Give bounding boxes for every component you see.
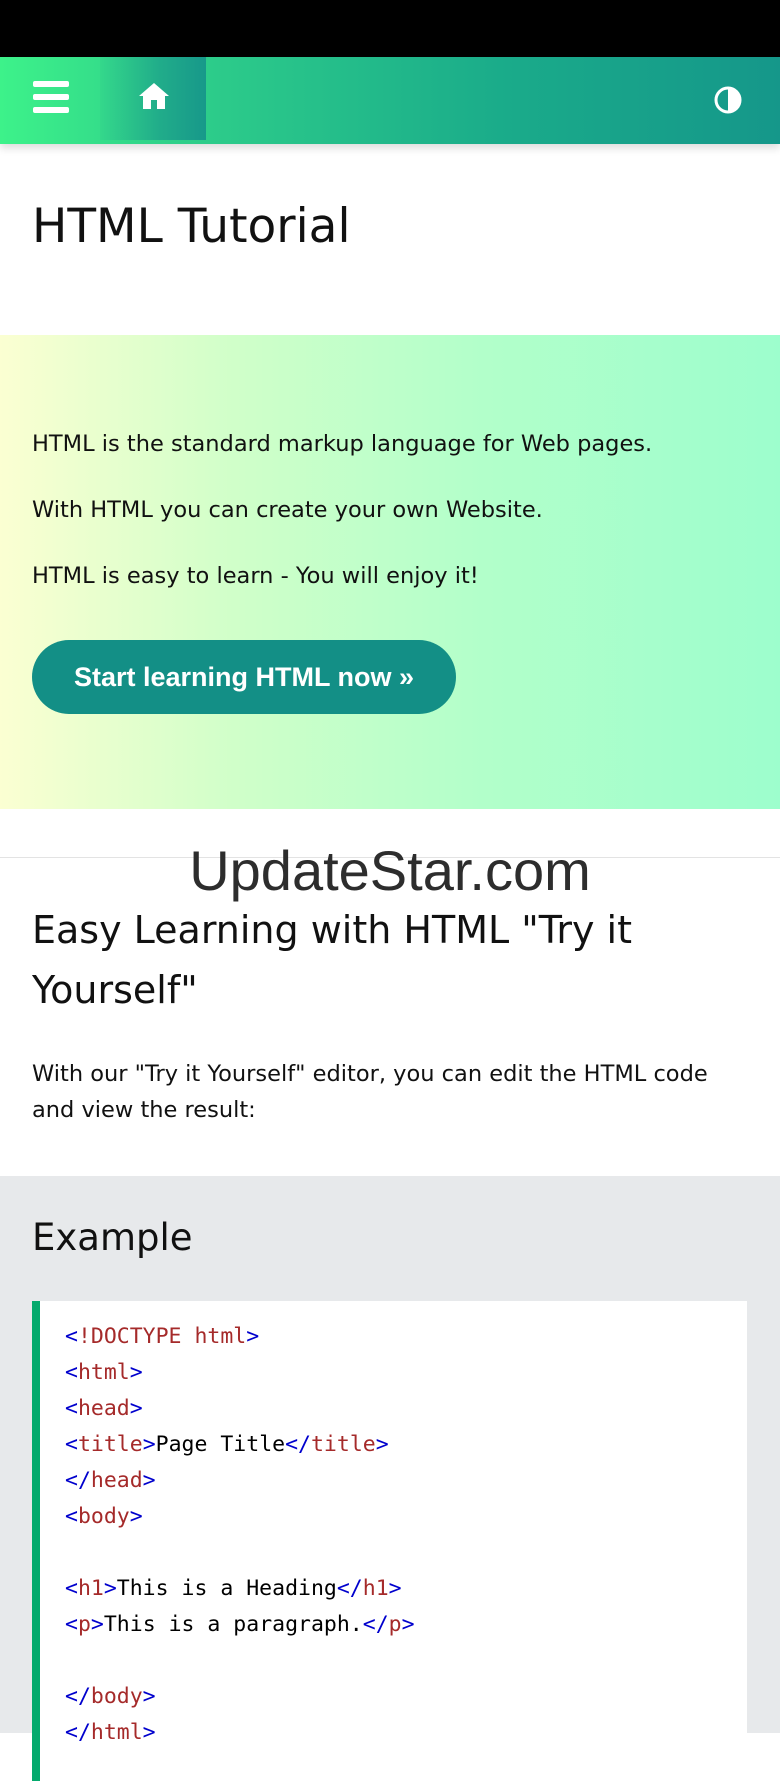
code-token: >: [129, 1504, 143, 1529]
code-token: >: [129, 1360, 143, 1385]
code-token: p: [77, 1612, 91, 1637]
example-title: Example: [32, 1216, 193, 1259]
top-navbar: [0, 57, 780, 144]
hero-text: With HTML you can create your own Websit…: [32, 497, 543, 523]
code-token: h1: [77, 1576, 104, 1601]
code-line: <head>: [65, 1391, 143, 1427]
code-token: <: [65, 1360, 78, 1385]
code-token: >: [129, 1396, 143, 1421]
code-token: title: [310, 1432, 376, 1457]
code-token: html: [77, 1360, 130, 1385]
code-token: body: [77, 1504, 130, 1529]
code-line: <body>: [65, 1499, 143, 1535]
code-token: !DOCTYPE html: [77, 1324, 247, 1349]
hero-text: HTML is easy to learn - You will enjoy i…: [32, 563, 479, 589]
code-token: >: [142, 1684, 156, 1709]
code-token: </: [65, 1684, 91, 1709]
code-token: >: [246, 1324, 260, 1349]
code-token: h1: [362, 1576, 389, 1601]
code-line: <h1>This is a Heading</h1>: [65, 1571, 402, 1607]
theme-toggle-button[interactable]: [698, 70, 758, 130]
hero-banner: HTML is the standard markup language for…: [0, 335, 780, 809]
example-panel: Example <!DOCTYPE html> <html> <head> <titl…: [0, 1176, 780, 1781]
code-token: >: [388, 1576, 402, 1601]
code-line: <title>Page Title</title>: [65, 1427, 389, 1463]
code-token: <: [65, 1576, 78, 1601]
code-line: </head>: [65, 1463, 156, 1499]
code-token: </: [336, 1576, 363, 1601]
code-token: >: [90, 1612, 104, 1637]
status-bar: [0, 0, 780, 57]
menu-button[interactable]: [0, 57, 100, 144]
code-token: <: [65, 1612, 78, 1637]
start-learning-button[interactable]: Start learning HTML now »: [32, 640, 456, 714]
code-line: <!DOCTYPE html>: [65, 1319, 259, 1355]
code-token: head: [90, 1468, 143, 1493]
code-token: </: [362, 1612, 389, 1637]
code-token: p: [388, 1612, 402, 1637]
code-token: </: [65, 1468, 91, 1493]
code-token: title: [77, 1432, 143, 1457]
code-token: body: [90, 1684, 143, 1709]
code-token: >: [103, 1576, 117, 1601]
code-token: This is a Heading: [116, 1576, 337, 1601]
code-token: >: [375, 1432, 389, 1457]
code-line: </body>: [65, 1679, 156, 1715]
code-token: <: [65, 1324, 78, 1349]
code-example: <!DOCTYPE html> <html> <head> <title>Page T…: [32, 1301, 747, 1781]
code-token: head: [77, 1396, 130, 1421]
code-token: <: [65, 1504, 78, 1529]
code-token: >: [401, 1612, 415, 1637]
code-token: <: [65, 1396, 78, 1421]
home-button[interactable]: [100, 57, 206, 140]
half-circle-contrast-icon: [714, 86, 742, 114]
code-token: <: [65, 1432, 78, 1457]
code-token: >: [142, 1432, 156, 1457]
code-token: >: [142, 1468, 156, 1493]
code-token: </: [285, 1432, 311, 1457]
hero-text: HTML is the standard markup language for…: [32, 431, 653, 457]
section-heading: Easy Learning with HTML "Try it Yourself…: [32, 908, 632, 1012]
code-line: <html>: [65, 1355, 143, 1391]
page-title: HTML Tutorial: [32, 199, 351, 254]
section-text: With our "Try it Yourself" editor, you c…: [32, 1061, 708, 1123]
watermark-text: UpdateStar.com: [189, 839, 591, 902]
hamburger-menu-icon: [33, 81, 69, 113]
code-line: </html>: [65, 1715, 156, 1751]
code-line: <p>This is a paragraph.</p>: [65, 1607, 415, 1643]
code-token: This is a paragraph.: [103, 1612, 363, 1637]
code-token: Page Title: [155, 1432, 286, 1457]
home-icon: [139, 83, 169, 109]
